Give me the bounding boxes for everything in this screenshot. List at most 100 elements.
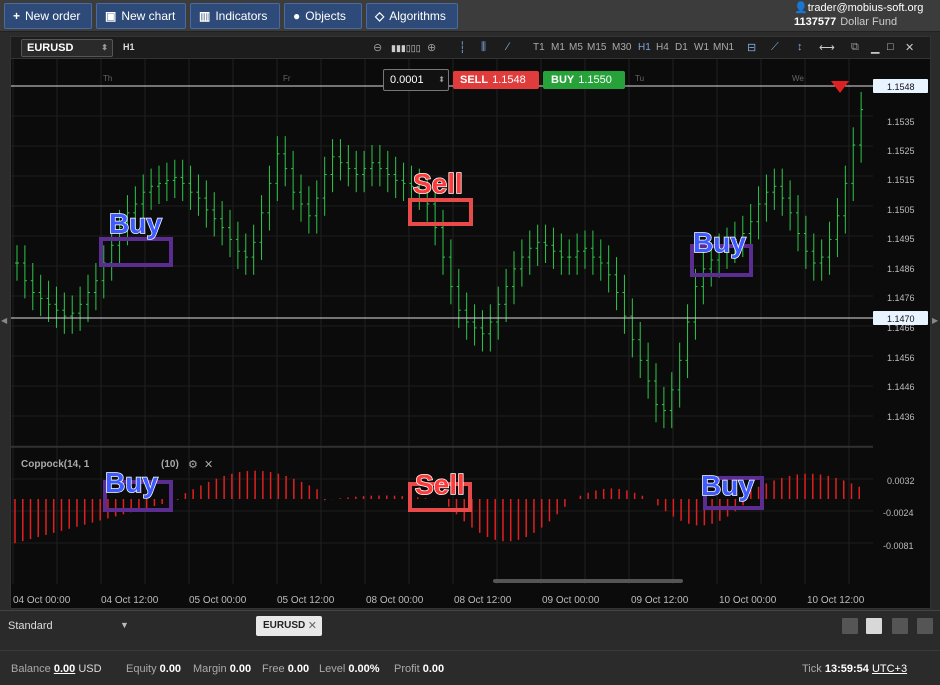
clock-status: Tick 13:59:54 UTC+3 (802, 663, 908, 675)
price-bar (314, 180, 319, 234)
maximize-icon[interactable]: □ (887, 41, 894, 53)
price-bar (693, 268, 698, 340)
collapse-left-icon[interactable]: ◀ (1, 316, 7, 325)
settings-icon[interactable]: ⚙ (188, 459, 198, 471)
tf-t1[interactable]: T1 (533, 42, 545, 53)
layout-single-button[interactable] (842, 618, 858, 634)
horizontal-resize-icon[interactable]: ⟷ (819, 41, 835, 54)
price-bar (527, 230, 532, 275)
workspace-select[interactable]: Standard (8, 620, 53, 632)
price-bar (456, 268, 461, 328)
day-label: Fr (283, 74, 291, 83)
new-order-button[interactable]: + New order (4, 3, 92, 29)
price-bar (441, 209, 445, 275)
template-icon[interactable]: ⊟ (747, 41, 756, 54)
price-bar (78, 286, 83, 331)
remove-indicator-icon[interactable]: ✕ (204, 459, 213, 471)
algorithms-button[interactable]: ◇ Algorithms (366, 3, 458, 29)
price-bar (149, 168, 154, 210)
tf-m1[interactable]: M1 (551, 42, 565, 53)
horizontal-scrollbar[interactable] (493, 579, 683, 583)
price-tick: 1.1505 (887, 205, 915, 215)
price-bar (164, 162, 169, 202)
price-bar (259, 195, 264, 261)
sell-button[interactable]: SELL 1.1548 (453, 71, 539, 89)
price-bar (393, 156, 398, 199)
sell-marker-icon[interactable] (831, 81, 849, 93)
zoom-out-icon[interactable]: ⊖ (373, 41, 382, 54)
account-user: trader@mobius-soft.org (807, 2, 924, 14)
close-icon[interactable]: ✕ (905, 41, 914, 54)
tf-mn1[interactable]: MN1 (713, 42, 734, 53)
price-bar (598, 239, 603, 281)
free-status: Free 0.00 (262, 663, 310, 675)
time-label: 08 Oct 12:00 (454, 595, 512, 606)
price-bar (772, 168, 777, 210)
price-bar (180, 159, 185, 202)
bar-chart-icon: ▥ (199, 9, 211, 23)
equity-status: Equity 0.00 (126, 663, 182, 675)
layout-rows-button[interactable] (917, 618, 933, 634)
zoom-slider[interactable]: ▮▮▮▯▯▯ (391, 43, 421, 54)
day-label: We (792, 74, 804, 83)
tf-w1[interactable]: W1 (694, 42, 709, 53)
bars-icon[interactable]: ┆ (459, 41, 466, 54)
balance-status: Balance 0.00 USD (11, 663, 102, 675)
price-tick: 1.1456 (887, 353, 915, 363)
price-bar (86, 274, 90, 322)
plus-icon: + (13, 9, 21, 23)
price-bar (306, 186, 311, 234)
price-bar (15, 245, 19, 281)
stepper-icon[interactable]: ⬍ (438, 70, 445, 90)
indicators-button[interactable]: ▥ Indicators (190, 3, 280, 29)
lot-input[interactable]: 0.0001 ⬍ (383, 69, 449, 91)
price-bar (551, 227, 556, 269)
candles-icon[interactable]: ⫼ (481, 41, 486, 54)
objects-button[interactable]: ● Objects (284, 3, 362, 29)
price-bar (448, 239, 453, 305)
time-label: 09 Oct 00:00 (542, 595, 600, 606)
minimize-icon[interactable]: ▁ (871, 41, 879, 54)
indicator-tick: -0.0081 (883, 541, 914, 551)
price-bar (590, 230, 595, 275)
account-info[interactable]: 👤trader@mobius-soft.org 1137577 Dollar Fu… (794, 1, 936, 29)
price-bar (543, 224, 548, 263)
tf-m5[interactable]: M5 (569, 42, 583, 53)
price-bar (267, 165, 272, 231)
layout-grid-button[interactable] (866, 618, 882, 634)
price-bar (764, 174, 769, 222)
time-label: 04 Oct 12:00 (101, 595, 159, 606)
tab-eurusd[interactable]: EURUSD ✕ (256, 616, 322, 636)
layout-columns-button[interactable] (892, 618, 908, 634)
price-scale[interactable]: 1.1535 1.1525 1.1515 1.1505 1.1495 1.1486 1.14… (887, 117, 915, 422)
price-bar (575, 233, 580, 275)
tf-h1[interactable]: H1 (638, 42, 651, 53)
tf-d1[interactable]: D1 (675, 42, 688, 53)
vertical-resize-icon[interactable]: ↕ (797, 41, 803, 53)
chart-window: EURUSD ⬍ H1 ⊖ ▮▮▮▯▯▯ ⊕ ┆ ⫼ ∕ T1 M1 M5 M15… (10, 36, 931, 609)
new-chart-button[interactable]: ▣ New chart (96, 3, 186, 29)
price-bar (377, 145, 382, 187)
tf-h4[interactable]: H4 (656, 42, 669, 53)
collapse-right-icon[interactable]: ▶ (932, 316, 938, 325)
draw-line-icon[interactable]: ⟋ (771, 41, 779, 54)
detach-icon[interactable]: ⧉ (851, 41, 859, 54)
price-bar (835, 198, 840, 258)
chart-canvas[interactable]: Th Fr Tu We 1.1535 1.1525 1.1515 1.1505 1.14… (11, 59, 932, 610)
price-bar (330, 139, 335, 193)
close-tab-icon[interactable]: ✕ (308, 616, 317, 636)
chevron-down-icon[interactable]: ▼ (120, 620, 129, 630)
symbol-select[interactable]: EURUSD ⬍ (21, 39, 113, 57)
user-icon: 👤 (794, 2, 808, 14)
price-bar (70, 295, 75, 334)
price-bar (535, 224, 540, 266)
time-label: 04 Oct 00:00 (13, 595, 71, 606)
buy-label: Buy (105, 467, 158, 498)
buy-button[interactable]: BUY 1.1550 (543, 71, 625, 89)
profit-status: Profit 0.00 (394, 663, 445, 675)
price-bar (622, 274, 627, 334)
line-chart-icon[interactable]: ∕ (507, 41, 509, 53)
zoom-in-icon[interactable]: ⊕ (427, 41, 436, 54)
tf-m30[interactable]: M30 (612, 42, 631, 53)
tf-m15[interactable]: M15 (587, 42, 606, 53)
